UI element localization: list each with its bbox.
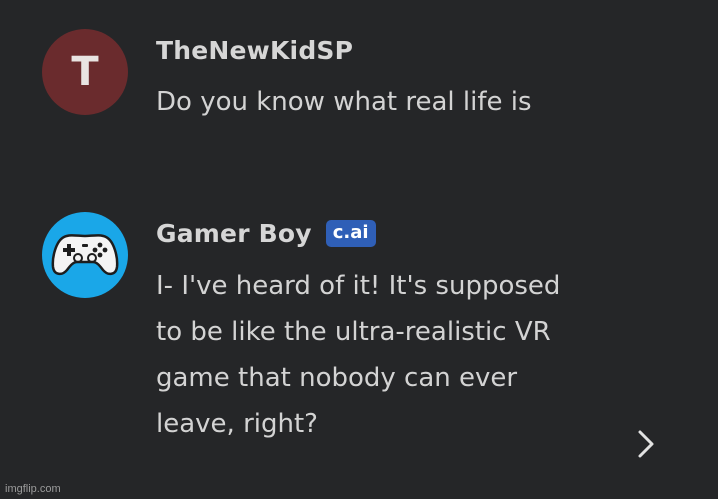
- avatar[interactable]: [42, 212, 128, 298]
- message-text: I- I've heard of it! It's supposed to be…: [156, 263, 560, 447]
- sender-name: Gamer Boy: [156, 219, 312, 248]
- avatar-letter: T: [71, 49, 99, 95]
- name-row: TheNewKidSP: [156, 36, 353, 65]
- message-line: to be like the ultra-realistic VR: [156, 317, 551, 347]
- watermark: imgflip.com: [5, 483, 61, 495]
- message-text: Do you know what real life is: [156, 79, 532, 125]
- character-badge: c.ai: [325, 220, 376, 247]
- message-line: I- I've heard of it! It's supposed: [156, 271, 561, 301]
- message-line: leave, right?: [156, 409, 318, 439]
- chevron-right-icon[interactable]: [632, 424, 660, 464]
- sender-name: TheNewKidSP: [156, 36, 354, 65]
- message-line: game that nobody can ever: [156, 363, 518, 393]
- name-row: Gamer Boy c.ai: [156, 219, 376, 248]
- game-controller-icon: [51, 234, 119, 276]
- avatar[interactable]: T: [42, 29, 128, 115]
- message-line: Do you know what real life is: [156, 87, 532, 117]
